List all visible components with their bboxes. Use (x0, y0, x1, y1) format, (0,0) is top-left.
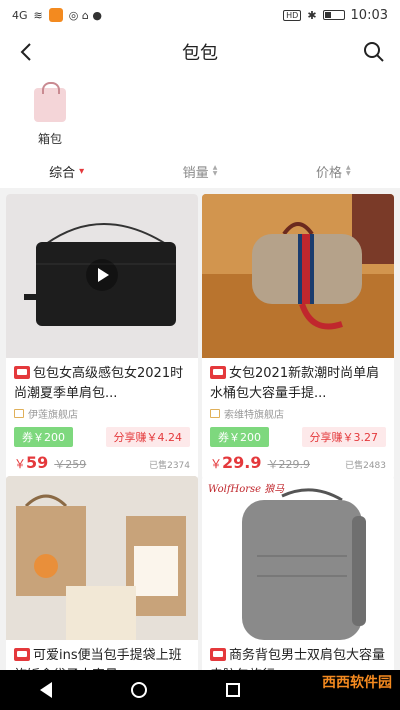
wifi-icon: ≋ (33, 8, 43, 22)
nav-back-icon[interactable] (39, 682, 52, 698)
sort-comprehensive[interactable]: 综合 ▾ (0, 162, 133, 181)
status-left: 4G ≋ ◎ ⌂ ● (12, 8, 102, 22)
sort-label: 综合 (49, 165, 76, 181)
bluetooth-icon: ✱ (307, 8, 317, 22)
price-row: ￥29.9 ￥229.9 已售2483 (210, 453, 386, 472)
status-time: 10:03 (350, 7, 388, 23)
product-card[interactable]: WolfHorse 狼马 商务背包男士双肩包大容量电脑包旅行... (202, 476, 394, 670)
sold-count: 已售2374 (149, 461, 190, 471)
promo-row: 券￥200 分享赚￥3.27 (210, 427, 386, 447)
status-right: HD ✱ 10:03 (283, 8, 388, 23)
tmall-icon (210, 648, 226, 661)
sort-arrows-icon: ▲ ▼ (212, 164, 218, 177)
battery-icon (322, 10, 345, 20)
shop-row: 伊莲旗舰店 (14, 406, 190, 421)
shop-row: 索维特旗舰店 (210, 406, 386, 421)
product-card[interactable]: 女包2021新款潮时尚单肩水桶包大容量手提... 索维特旗舰店 券￥200 分享… (202, 194, 394, 480)
product-card[interactable]: 包包女高级感包女2021时尚潮夏季单肩包... 伊莲旗舰店 券￥200 分享赚￥… (6, 194, 198, 480)
play-video-icon[interactable] (86, 259, 118, 291)
chevron-down-icon: ▾ (79, 165, 85, 177)
nav-home-icon[interactable] (130, 682, 147, 698)
header: 包包 (0, 30, 400, 74)
signal-icon: 4G (12, 8, 28, 22)
sort-label: 销量 (182, 165, 209, 181)
original-price: ￥259 (54, 458, 87, 471)
category-strip: 箱包 (0, 74, 400, 154)
product-image[interactable] (6, 194, 198, 358)
handbag-thumbnail-icon (34, 82, 66, 122)
page-title: 包包 (182, 43, 218, 64)
category-label: 箱包 (37, 132, 62, 146)
coupon-badge[interactable]: 券￥200 (14, 427, 73, 447)
brand-logo: WolfHorse 狼马 (208, 484, 285, 495)
app-icon (48, 8, 63, 22)
sold-count: 已售2483 (345, 461, 386, 471)
product-image[interactable] (6, 476, 198, 640)
search-icon[interactable] (360, 38, 388, 66)
sort-arrows-icon: ▲ ▼ (346, 164, 351, 177)
sort-sales[interactable]: 销量 ▲ ▼ (133, 162, 266, 181)
notification-icon: ◎ ⌂ ● (68, 8, 102, 22)
sort-label: 价格 (316, 165, 343, 181)
product-card[interactable]: 可爱ins便当包手提袋上班族饭盒袋子大容量... (6, 476, 198, 670)
price-row: ￥59 ￥259 已售2374 (14, 453, 190, 472)
tmall-icon (210, 366, 226, 379)
product-title: 女包2021新款潮时尚单肩水桶包大容量手提... (210, 364, 386, 404)
current-price: ￥59 (14, 453, 49, 472)
shop-icon (210, 409, 220, 418)
current-price: ￥29.9 (210, 453, 262, 472)
tmall-icon (14, 366, 30, 379)
hd-badge: HD (283, 9, 302, 21)
original-price: ￥229.9 (267, 458, 311, 471)
product-title: 商务背包男士双肩包大容量电脑包旅行... (210, 646, 386, 670)
nav-recent-icon[interactable] (226, 683, 241, 697)
product-title-text: 可爱ins便当包手提袋上班族饭盒袋子大容量... (14, 648, 182, 670)
coupon-badge[interactable]: 券￥200 (210, 427, 269, 447)
product-title-text: 包包女高级感包女2021时尚潮夏季单肩包... (14, 366, 184, 401)
product-grid: 包包女高级感包女2021时尚潮夏季单肩包... 伊莲旗舰店 券￥200 分享赚￥… (0, 188, 400, 670)
category-item-bags[interactable]: 箱包 (26, 82, 74, 147)
sort-price[interactable]: 价格 ▲ ▼ (267, 162, 400, 181)
share-earn-badge[interactable]: 分享赚￥4.24 (105, 427, 190, 447)
shop-icon (14, 409, 24, 418)
product-title-text: 商务背包男士双肩包大容量电脑包旅行... (210, 648, 386, 670)
tmall-icon (14, 648, 30, 661)
product-title: 可爱ins便当包手提袋上班族饭盒袋子大容量... (14, 646, 190, 670)
sort-bar: 综合 ▾ 销量 ▲ ▼ 价格 ▲ ▼ (0, 154, 400, 188)
product-title: 包包女高级感包女2021时尚潮夏季单肩包... (14, 364, 190, 404)
status-bar: 4G ≋ ◎ ⌂ ● HD ✱ 10:03 (0, 0, 400, 30)
promo-row: 券￥200 分享赚￥4.24 (14, 427, 190, 447)
shop-name: 伊莲旗舰店 (28, 410, 78, 421)
watermark-logo: 西西软件园 (322, 675, 392, 691)
product-title-text: 女包2021新款潮时尚单肩水桶包大容量手提... (210, 366, 380, 401)
back-arrow-icon[interactable] (14, 38, 38, 66)
shop-name: 索维特旗舰店 (224, 410, 284, 421)
product-image[interactable] (202, 194, 394, 358)
product-image[interactable]: WolfHorse 狼马 (202, 476, 394, 640)
share-earn-badge[interactable]: 分享赚￥3.27 (301, 427, 386, 447)
